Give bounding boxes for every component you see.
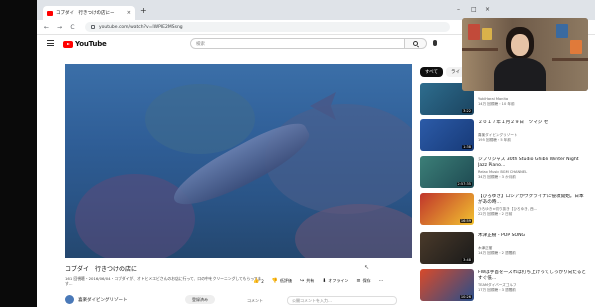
youtube-logo[interactable]: YouTube: [63, 40, 107, 48]
video-thumbnail[interactable]: 10:26: [420, 269, 474, 301]
shelf: [552, 58, 588, 61]
presenter-face: [511, 34, 529, 56]
more-button[interactable]: ⋯: [378, 277, 384, 284]
duration-badge: 3:22: [462, 109, 472, 113]
lock-icon: [91, 25, 95, 29]
filter-chips: すべて ライ: [420, 67, 466, 77]
dislike-label: 低評価: [280, 278, 293, 283]
video-thumbnail[interactable]: 2:57:35: [420, 156, 474, 188]
reef-shape: [295, 204, 412, 258]
wall-poster: [556, 24, 568, 38]
recommendation-item[interactable]: 3:48 木津正樹 - POP SONG 木津正樹 14万 回視聴・2 週間前: [420, 232, 595, 265]
recommendation-title[interactable]: ２０１７年１月２９日 ツマジ セ: [478, 120, 588, 126]
dark-margin: [0, 0, 37, 307]
duration-badge: 1:38: [462, 145, 472, 149]
recommendation-views: 195 回視聴・5 年前: [478, 138, 511, 142]
recommendation-views: 22万 回視聴・2 日前: [478, 212, 513, 216]
thumb-up-icon: 👍: [253, 277, 260, 284]
url-text: youtube.com/watch?v=lWPIE2MSsng: [99, 24, 183, 30]
chip-all[interactable]: すべて: [420, 67, 444, 77]
search-button[interactable]: [405, 38, 427, 49]
search-icon: [413, 41, 418, 46]
youtube-favicon-icon: [47, 10, 53, 16]
comment-input[interactable]: 公開コメントを入力…: [287, 296, 397, 305]
youtube-logo-text: YouTube: [75, 40, 107, 48]
presenter-body: [494, 58, 546, 91]
recommendation-channel[interactable]: YukiHarai Monita: [478, 97, 588, 101]
recommendation-item[interactable]: 10:26 FWは手首を一ズれば打ち上げってしっかり向たるとすぐ低… TEAMダ…: [420, 269, 595, 302]
video-actions: 👍 2 👎 低評価 ↪ 共有 ⬇ オフライン ≡ 保存 ⋯: [253, 278, 384, 284]
maximize-button[interactable]: □: [471, 6, 477, 13]
video-description[interactable]: 161 回視聴・2016/06/04・コブダイが、オトヒメエビさんのお店に行って…: [65, 276, 265, 286]
save-icon: ≡: [356, 277, 361, 284]
window-close-button[interactable]: ×: [485, 6, 490, 13]
dislike-button[interactable]: 👎 低評価: [272, 278, 292, 284]
browser-tab[interactable]: コブダイ 行きつけの店にー ×: [43, 6, 135, 20]
address-bar[interactable]: youtube.com/watch?v=lWPIE2MSsng: [85, 22, 450, 32]
download-button[interactable]: ⬇ オフライン: [322, 278, 348, 284]
back-icon[interactable]: ←: [43, 24, 50, 31]
thumb-down-icon: 👎: [271, 277, 279, 284]
search-input[interactable]: 検索: [190, 38, 405, 49]
more-icon: ⋯: [378, 277, 384, 284]
share-button[interactable]: ↪ 共有: [300, 278, 314, 284]
duration-badge: 3:48: [462, 258, 472, 262]
like-button[interactable]: 👍 2: [253, 277, 264, 284]
reload-icon[interactable]: C: [69, 24, 76, 31]
recommendation-title[interactable]: 木津正樹 - POP SONG: [478, 233, 588, 239]
microphone-icon[interactable]: [433, 40, 437, 46]
wall-poster: [570, 40, 582, 54]
channel-name[interactable]: 喜楽ダイビングリゾート: [78, 297, 128, 303]
recommendation-views: 17万 回視聴・3 週間前: [478, 288, 516, 292]
tab-title: コブダイ 行きつけの店にー: [56, 11, 115, 16]
duration-badge: 2:57:35: [456, 182, 472, 186]
webcam-overlay: [462, 18, 588, 91]
new-tab-button[interactable]: +: [140, 7, 147, 15]
recommendation-item[interactable]: 2:57:35 ジブリジャズ 30th Studio Ghibli Winter…: [420, 156, 595, 189]
youtube-play-icon: [63, 40, 73, 48]
recommendation-views: 14万 回視聴・2 週間前: [478, 251, 516, 255]
screen: コブダイ 行きつけの店にー × + – □ × ← → C youtube.co…: [0, 0, 595, 307]
recommendation-channel[interactable]: Relax Music BGM CHANNEL: [478, 170, 588, 174]
duration-badge: 10:26: [459, 295, 472, 299]
video-thumbnail[interactable]: 3:48: [420, 232, 474, 264]
tab-strip: コブダイ 行きつけの店にー × + – □ ×: [37, 0, 595, 20]
reef-shape: [75, 174, 195, 258]
reef-shape: [145, 84, 255, 154]
wall-poster: [482, 28, 492, 40]
duration-badge: 16:59: [459, 219, 472, 223]
video-thumbnail[interactable]: 1:38: [420, 119, 474, 151]
video-title: コブダイ 行きつけの店に: [65, 266, 138, 273]
download-label: オフライン: [328, 278, 349, 283]
tab-close-icon[interactable]: ×: [127, 10, 131, 16]
recommendation-title[interactable]: FWは手首を一ズれば打ち上げってしっかり向たるとすぐ低…: [478, 270, 588, 282]
save-button[interactable]: ≡ 保存: [356, 278, 370, 284]
recommendation-item[interactable]: 16:59 【ひろゆき】ロシアがウクライナに侵攻開始。日本があの時… ひろゆき×…: [420, 193, 595, 226]
shelf: [462, 48, 498, 51]
share-icon: ↪: [300, 277, 305, 284]
recommendation-views: 14万 回視聴・10 年前: [478, 102, 515, 106]
subscribe-button[interactable]: 登録済み: [185, 295, 215, 304]
forward-icon[interactable]: →: [56, 24, 63, 31]
share-label: 共有: [306, 278, 315, 283]
channel-row: 喜楽ダイビングリゾート: [65, 295, 128, 304]
save-label: 保存: [362, 278, 371, 283]
video-player[interactable]: [65, 64, 412, 258]
recommendation-title[interactable]: ジブリジャズ 30th Studio Ghibli Winter Night J…: [478, 157, 588, 169]
recommendation-item[interactable]: 1:38 ２０１７年１月２９日 ツマジ セ 喜楽ダイビングリゾート 195 回視…: [420, 119, 595, 152]
mouse-cursor-icon: ↖: [364, 264, 370, 271]
menu-icon[interactable]: [47, 40, 54, 46]
channel-avatar[interactable]: [65, 295, 74, 304]
minimize-button[interactable]: –: [457, 6, 460, 13]
wall-poster: [468, 24, 480, 40]
recommendation-views: 34万 回視聴・3 か月前: [478, 175, 516, 179]
video-thumbnail[interactable]: 16:59: [420, 193, 474, 225]
download-icon: ⬇: [322, 277, 327, 284]
comment-label: コメント: [247, 298, 263, 303]
recommendation-title[interactable]: 【ひろゆき】ロシアがウクライナに侵攻開始。日本があの時…: [478, 194, 588, 206]
like-count: 2: [261, 278, 264, 284]
